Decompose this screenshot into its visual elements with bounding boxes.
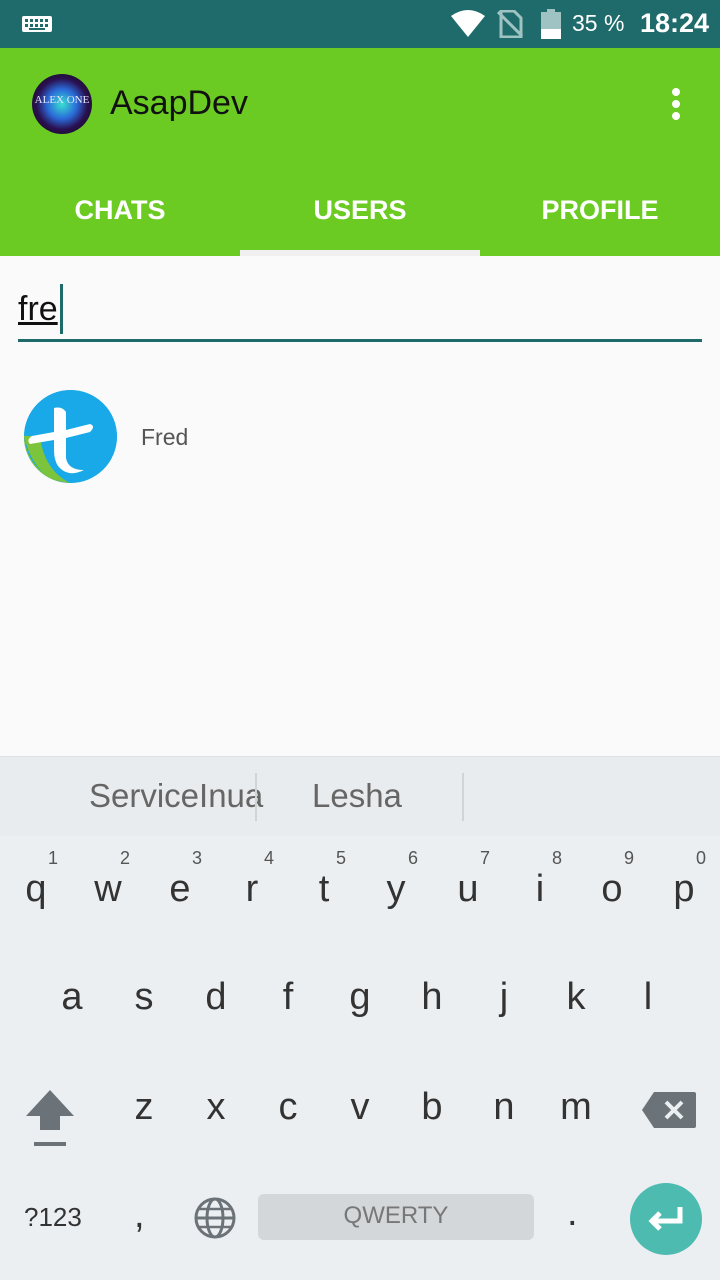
- key-e[interactable]: 3e: [144, 836, 216, 936]
- tab-label: USERS: [313, 195, 407, 225]
- divider: [255, 773, 257, 821]
- key-p[interactable]: 0p: [648, 836, 720, 936]
- overflow-menu-icon[interactable]: [660, 84, 692, 124]
- key-a[interactable]: a: [36, 944, 108, 1044]
- key-o[interactable]: 9o: [576, 836, 648, 936]
- text-cursor: [60, 284, 63, 334]
- key-r[interactable]: 4r: [216, 836, 288, 936]
- key-d[interactable]: d: [180, 944, 252, 1044]
- key-n[interactable]: n: [468, 1054, 540, 1154]
- key-x[interactable]: x: [180, 1054, 252, 1154]
- key-u[interactable]: 7u: [432, 836, 504, 936]
- key-y[interactable]: 6y: [360, 836, 432, 936]
- keyboard-icon: [22, 16, 52, 32]
- app-bar: ALEX ONE AsapDev CHATS USERS PROFILE: [0, 48, 720, 256]
- backspace-icon[interactable]: [640, 1090, 698, 1130]
- tab-chats[interactable]: CHATS: [0, 188, 240, 256]
- globe-icon[interactable]: [193, 1196, 237, 1240]
- divider: [462, 773, 464, 821]
- key-z[interactable]: z: [108, 1054, 180, 1154]
- suggestion-item[interactable]: ServiceInua: [89, 777, 263, 815]
- key-f[interactable]: f: [252, 944, 324, 1044]
- key-w[interactable]: 2w: [72, 836, 144, 936]
- avatar: [24, 390, 117, 483]
- comma-key[interactable]: ,: [134, 1194, 145, 1237]
- status-bar: 35 % 18:24: [0, 0, 720, 48]
- key-l[interactable]: l: [612, 944, 684, 1044]
- key-j[interactable]: j: [468, 944, 540, 1044]
- enter-button[interactable]: [630, 1183, 702, 1255]
- t-logo-icon: [24, 390, 117, 483]
- key-m[interactable]: m: [540, 1054, 612, 1154]
- symbols-key[interactable]: ?123: [24, 1202, 82, 1233]
- no-sim-icon: [497, 10, 523, 38]
- enter-icon: [648, 1207, 683, 1231]
- key-k[interactable]: k: [540, 944, 612, 1044]
- key-v[interactable]: v: [324, 1054, 396, 1154]
- shift-icon[interactable]: [22, 1086, 78, 1150]
- search-input[interactable]: fre: [18, 284, 702, 342]
- key-s[interactable]: s: [108, 944, 180, 1044]
- app-logo: ALEX ONE: [32, 74, 92, 134]
- space-label: QWERTY: [343, 1202, 449, 1229]
- tab-users[interactable]: USERS: [240, 188, 480, 256]
- suggestion-strip: ServiceInua Lesha: [0, 756, 720, 836]
- period-key[interactable]: .: [567, 1192, 578, 1235]
- keyboard: 1q 2w 3e 4r 5t 6y 7u 8i 9o 0p a s d f g …: [0, 836, 720, 1280]
- battery-icon: [541, 9, 561, 39]
- key-q[interactable]: 1q: [0, 836, 72, 936]
- tab-label: CHATS: [74, 195, 166, 225]
- key-h[interactable]: h: [396, 944, 468, 1044]
- user-name: Fred: [141, 424, 189, 450]
- key-c[interactable]: c: [252, 1054, 324, 1154]
- suggestion-item[interactable]: Lesha: [312, 777, 402, 815]
- clock: 18:24: [640, 8, 710, 38]
- battery-percent: 35 %: [572, 10, 625, 36]
- key-i[interactable]: 8i: [504, 836, 576, 936]
- tab-profile[interactable]: PROFILE: [480, 188, 720, 256]
- key-t[interactable]: 5t: [288, 836, 360, 936]
- tab-label: PROFILE: [541, 195, 659, 225]
- app-title: AsapDev: [110, 84, 248, 122]
- key-g[interactable]: g: [324, 944, 396, 1044]
- space-bar[interactable]: QWERTY: [258, 1194, 534, 1240]
- search-value: fre: [18, 290, 58, 328]
- tab-indicator: [240, 250, 480, 256]
- list-item[interactable]: Fred: [0, 382, 720, 492]
- wifi-icon: [451, 10, 485, 37]
- key-b[interactable]: b: [396, 1054, 468, 1154]
